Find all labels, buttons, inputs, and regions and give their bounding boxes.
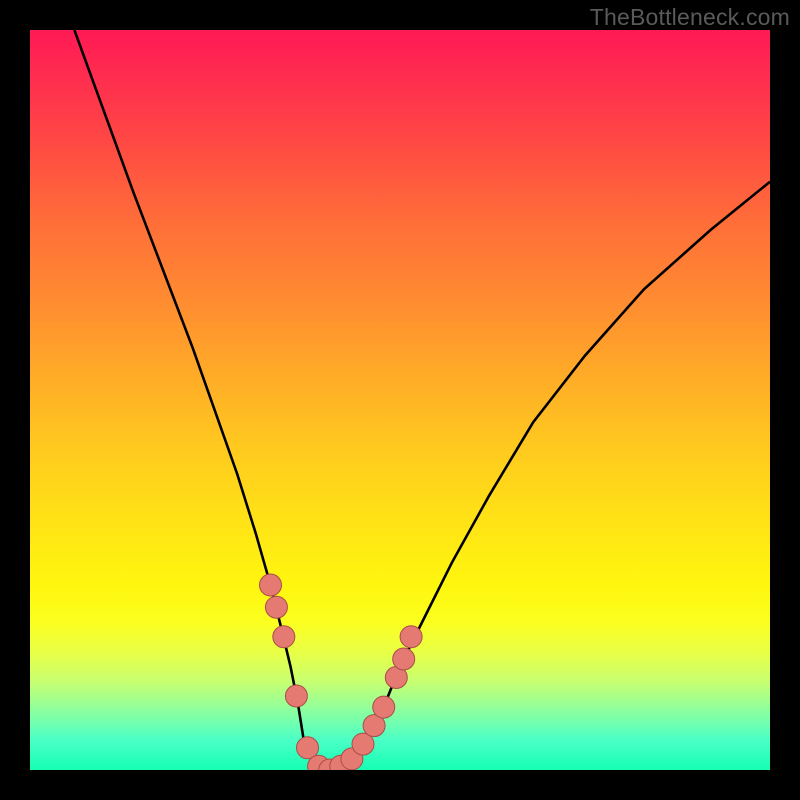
marker-dot <box>400 626 422 648</box>
marker-dot <box>260 574 282 596</box>
marker-dot <box>265 596 287 618</box>
curve-layer <box>30 30 770 770</box>
bottleneck-curve <box>74 30 770 770</box>
chart-stage: TheBottleneck.com <box>0 0 800 800</box>
marker-dot <box>373 696 395 718</box>
marker-dot <box>285 685 307 707</box>
plot-area <box>30 30 770 770</box>
watermark-text: TheBottleneck.com <box>590 4 790 31</box>
marker-group <box>260 574 423 770</box>
marker-dot <box>393 648 415 670</box>
marker-dot <box>273 626 295 648</box>
